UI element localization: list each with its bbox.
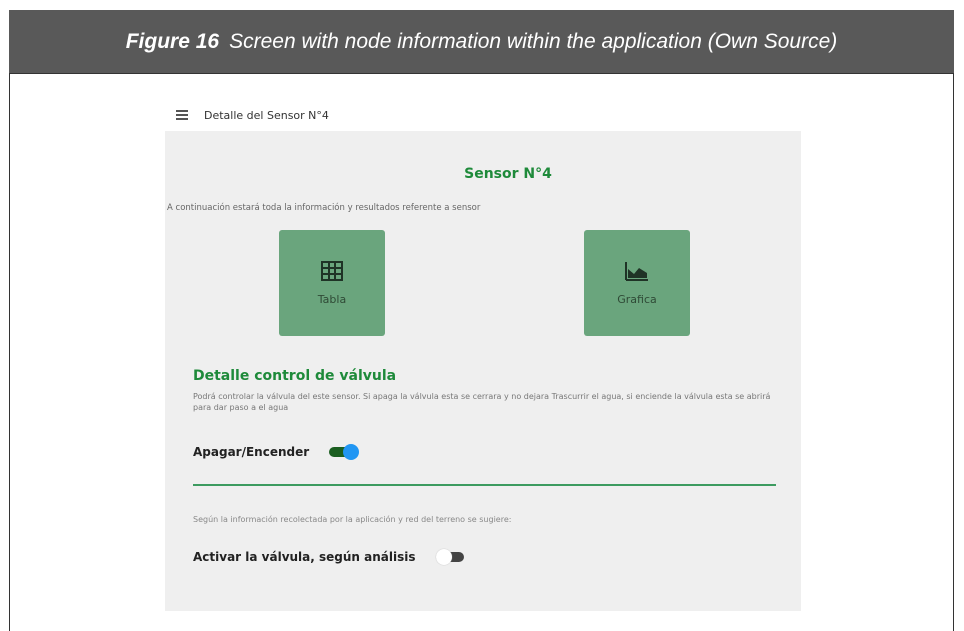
analysis-toggle-switch[interactable] xyxy=(435,549,466,565)
table-tile-label: Tabla xyxy=(317,292,347,306)
section-divider xyxy=(193,484,776,486)
table-tile-button[interactable]: Tabla xyxy=(279,230,385,336)
page-title: Detalle del Sensor N°4 xyxy=(204,108,329,122)
app-header: Detalle del Sensor N°4 xyxy=(176,104,329,126)
analysis-toggle-row: Activar la válvula, según análisis xyxy=(193,549,466,565)
valve-toggle-switch[interactable] xyxy=(329,444,360,460)
figure-number: Figure 16 xyxy=(125,29,220,53)
suggestion-text: Según la información recolectada por la … xyxy=(193,515,512,524)
valve-toggle-row: Apagar/Encender xyxy=(193,444,360,460)
valve-description: Podrá controlar la válvula del este sens… xyxy=(193,392,771,412)
area-chart-icon xyxy=(625,261,648,281)
table-icon xyxy=(321,260,343,281)
intro-text: A continuación estará toda la informació… xyxy=(167,203,481,213)
valve-toggle-label: Apagar/Encender xyxy=(193,445,310,459)
caption-divider xyxy=(9,73,954,74)
hamburger-menu-icon[interactable] xyxy=(176,110,188,120)
valve-section-title: Detalle control de válvula xyxy=(193,368,397,384)
figure-caption-text: Screen with node information within the … xyxy=(229,29,838,53)
sensor-title: Sensor N°4 xyxy=(464,166,552,182)
chart-tile-button[interactable]: Grafica xyxy=(584,230,690,336)
sensor-detail-panel: Sensor N°4 A continuación estará toda la… xyxy=(165,131,801,611)
figure-caption: Figure 16 Screen with node information w… xyxy=(9,10,954,73)
chart-tile-label: Grafica xyxy=(617,292,657,306)
analysis-toggle-label: Activar la válvula, según análisis xyxy=(193,550,416,564)
